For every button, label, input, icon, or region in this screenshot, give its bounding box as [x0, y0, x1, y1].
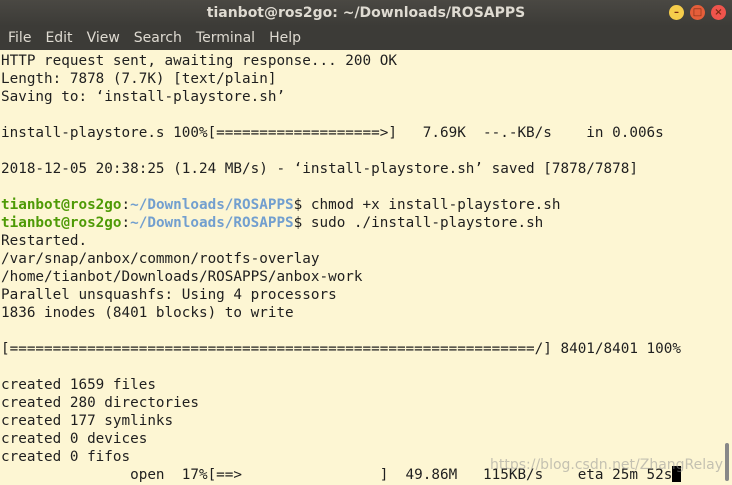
terminal-line: /var/snap/anbox/common/rootfs-overlay [0, 250, 720, 268]
terminal-line-text: created 177 symlinks [1, 413, 174, 429]
terminal-line-text: created 280 directories [1, 395, 199, 411]
terminal-line: created 177 symlinks [0, 412, 720, 430]
menu-file[interactable]: File [0, 26, 38, 50]
terminal-line-text: Parallel unsquashfs: Using 4 processors [1, 287, 337, 303]
terminal-line-text: 1836 inodes (8401 blocks) to write [1, 305, 294, 321]
terminal-line-text: created 1659 files [1, 377, 156, 393]
menu-search[interactable]: Search [127, 26, 189, 50]
window-title: tianbot@ros2go: ~/Downloads/ROSAPPS [206, 5, 526, 21]
prompt-separator: : [121, 197, 131, 213]
terminal-line: created 280 directories [0, 394, 720, 412]
menu-bar: File Edit View Search Terminal Help [0, 26, 732, 50]
scrollbar-thumb[interactable] [725, 443, 729, 481]
menu-help[interactable]: Help [262, 26, 308, 50]
terminal-line: 1836 inodes (8401 blocks) to write [0, 304, 720, 322]
terminal-window: tianbot@ros2go: ~/Downloads/ROSAPPS – □ … [0, 0, 732, 485]
terminal-line-text: created 0 fifos [1, 449, 131, 465]
prompt-user: tianbot@ros2go [1, 215, 122, 231]
prompt-command: $ sudo ./install-playstore.sh [293, 215, 544, 231]
terminal-line: Parallel unsquashfs: Using 4 processors [0, 286, 720, 304]
prompt-separator: : [121, 215, 131, 231]
window-controls: – □ × [669, 5, 726, 20]
watermark: https://blog.csdn.net/ZhangRelay [490, 457, 724, 473]
terminal-line-text: Saving to: ‘install-playstore.sh’ [1, 89, 286, 105]
terminal-line: Length: 7878 (7.7K) [text/plain] [0, 70, 720, 88]
minimize-button[interactable]: – [669, 5, 684, 20]
terminal-line-text: Length: 7878 (7.7K) [text/plain] [1, 71, 277, 87]
prompt-path: ~/Downloads/ROSAPPS [130, 197, 294, 213]
maximize-button[interactable]: □ [690, 5, 705, 20]
terminal-line-text: 2018-12-05 20:38:25 (1.24 MB/s) - ‘insta… [1, 161, 638, 177]
menu-view[interactable]: View [80, 26, 127, 50]
terminal-line-text: HTTP request sent, awaiting response... … [1, 53, 397, 69]
terminal-line: tianbot@ros2go:~/Downloads/ROSAPPS$ chmo… [0, 196, 720, 214]
terminal-line-text: install-playstore.s 100%[===============… [1, 125, 664, 141]
close-button[interactable]: × [711, 5, 726, 20]
title-bar[interactable]: tianbot@ros2go: ~/Downloads/ROSAPPS – □ … [0, 0, 732, 26]
menu-terminal[interactable]: Terminal [189, 26, 262, 50]
terminal-line-text: created 0 devices [1, 431, 148, 447]
terminal-output[interactable]: HTTP request sent, awaiting response... … [0, 52, 720, 485]
terminal-line: HTTP request sent, awaiting response... … [0, 52, 720, 70]
close-icon: × [714, 7, 723, 18]
terminal-line: [=======================================… [0, 340, 720, 358]
maximize-icon: □ [692, 7, 703, 18]
terminal-line: /home/tianbot/Downloads/ROSAPPS/anbox-wo… [0, 268, 720, 286]
terminal-line-text: Restarted. [1, 233, 88, 249]
terminal-line-text: [=======================================… [1, 341, 681, 357]
terminal-line-text: /home/tianbot/Downloads/ROSAPPS/anbox-wo… [1, 269, 363, 285]
prompt-command: $ chmod +x install-playstore.sh [293, 197, 561, 213]
prompt-user: tianbot@ros2go [1, 197, 122, 213]
scrollbar[interactable] [720, 52, 732, 485]
terminal-line: Restarted. [0, 232, 720, 250]
terminal-line: created 0 devices [0, 430, 720, 448]
terminal-line: Saving to: ‘install-playstore.sh’ [0, 88, 720, 106]
terminal-line: 2018-12-05 20:38:25 (1.24 MB/s) - ‘insta… [0, 160, 720, 178]
prompt-path: ~/Downloads/ROSAPPS [130, 215, 294, 231]
terminal-line: install-playstore.s 100%[===============… [0, 124, 720, 142]
terminal-line: created 1659 files [0, 376, 720, 394]
minimize-icon: – [674, 7, 679, 18]
terminal-line-text: /var/snap/anbox/common/rootfs-overlay [1, 251, 320, 267]
terminal-line: tianbot@ros2go:~/Downloads/ROSAPPS$ sudo… [0, 214, 720, 232]
menu-edit[interactable]: Edit [38, 26, 79, 50]
